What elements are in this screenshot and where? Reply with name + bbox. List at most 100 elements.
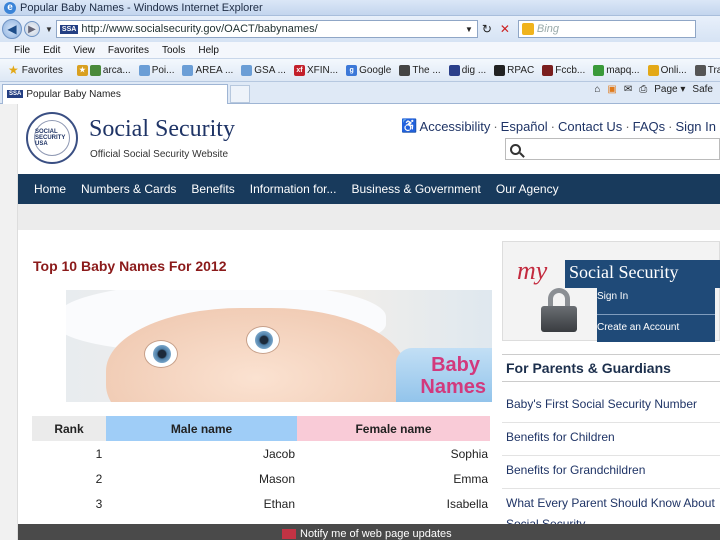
tab-popular-baby-names[interactable]: SSA Popular Baby Names <box>2 83 228 104</box>
stop-icon[interactable]: ✕ <box>496 20 514 38</box>
my-social-security-panel[interactable]: my Social Security Sign In Create an Acc… <box>502 241 720 342</box>
menu-view[interactable]: View <box>73 45 95 56</box>
rank-cell: 1 <box>95 446 103 461</box>
url-text[interactable]: http://www.socialsecurity.gov/OACT/babyn… <box>81 23 461 35</box>
web-page: SOCIAL SECURITY USA Social Security Offi… <box>18 104 720 540</box>
tab-favicon: SSA <box>7 90 24 98</box>
table-row: 3 Ethan Isabella <box>32 491 490 516</box>
favorite-link[interactable]: Fccb... <box>542 64 585 76</box>
mail-icon[interactable]: ✉ <box>624 84 632 95</box>
site-subtitle: Official Social Security Website <box>90 149 229 160</box>
link-faqs[interactable]: FAQs <box>633 119 666 134</box>
menu-favorites[interactable]: Favorites <box>108 45 149 56</box>
favorite-link[interactable]: Poi... <box>138 64 174 76</box>
nav-numbers-cards[interactable]: Numbers & Cards <box>81 182 176 196</box>
accessibility-icon: ♿ <box>401 118 418 133</box>
favicon-icon <box>399 64 411 76</box>
favicon-icon <box>241 64 253 76</box>
favorite-link[interactable]: xf XFIN... <box>293 64 338 76</box>
ssa-seal-icon[interactable]: SOCIAL SECURITY USA <box>26 112 78 164</box>
link-sign-in[interactable]: Sign In <box>676 119 716 134</box>
my-wordmark: my <box>517 256 548 285</box>
link-contact-us[interactable]: Contact Us <box>558 119 622 134</box>
favicon-icon <box>542 64 554 76</box>
favorite-link[interactable]: The ... <box>399 64 441 76</box>
favorite-link[interactable]: Trav... <box>694 64 720 76</box>
link-first-ssn[interactable]: Baby's First Social Security Number <box>502 390 720 423</box>
site-favicon: SSA <box>59 24 79 34</box>
notify-text: Notify me of web page updates <box>300 528 452 540</box>
search-placeholder: Bing <box>536 23 559 35</box>
tab-title: Popular Baby Names <box>26 88 121 100</box>
favorite-link[interactable]: ★ arca... <box>76 64 131 76</box>
male-name-cell: Jacob <box>262 446 295 461</box>
favicon-icon <box>494 64 506 76</box>
seal-inner: SOCIAL SECURITY USA <box>34 120 70 156</box>
address-input[interactable]: SSA http://www.socialsecurity.gov/OACT/b… <box>55 20 478 38</box>
notify-updates[interactable]: Notify me of web page updates <box>282 528 452 540</box>
favicon-icon <box>694 64 706 76</box>
home-icon[interactable]: ⌂ <box>594 84 600 95</box>
link-accessibility[interactable]: Accessibility <box>420 119 491 134</box>
favorite-link[interactable]: mapq... <box>593 64 640 76</box>
menu-edit[interactable]: Edit <box>43 45 60 56</box>
table-row: 2 Mason Emma <box>32 466 490 491</box>
window-title: Popular Baby Names - Windows Internet Ex… <box>20 1 263 14</box>
table-row: 1 Jacob Sophia <box>32 441 490 466</box>
site-title[interactable]: Social Security <box>89 116 235 143</box>
female-name-cell: Isabella <box>446 496 488 511</box>
favorites-star-icon[interactable]: ★ <box>8 63 19 77</box>
nav-business-government[interactable]: Business & Government <box>351 182 480 196</box>
link-benefits-children[interactable]: Benefits for Children <box>502 423 720 456</box>
address-toolbar: ◀ ▶ ▼ SSA http://www.socialsecurity.gov/… <box>0 16 720 42</box>
search-icon[interactable] <box>510 143 521 155</box>
menu-help[interactable]: Help <box>198 45 219 56</box>
favicon-icon: ★ <box>76 64 88 76</box>
rank-cell: 3 <box>95 496 103 511</box>
nav-home[interactable]: Home <box>34 182 66 196</box>
sign-in-link[interactable]: Sign In <box>597 290 715 314</box>
forward-button[interactable]: ▶ <box>24 21 40 37</box>
history-dropdown-icon[interactable]: ▼ <box>45 25 53 34</box>
print-icon[interactable]: ⎙ <box>639 84 647 95</box>
favorite-link[interactable]: AREA ... <box>182 64 233 76</box>
nav-benefits[interactable]: Benefits <box>191 182 234 196</box>
favorite-link[interactable]: g Google <box>346 64 391 76</box>
nav-our-agency[interactable]: Our Agency <box>496 182 559 196</box>
menu-file[interactable]: File <box>14 45 30 56</box>
feeds-icon[interactable]: ▣ <box>607 84 616 95</box>
window-titlebar: e Popular Baby Names - Windows Internet … <box>0 0 720 16</box>
baby-names-banner: Baby Names <box>66 290 492 402</box>
back-button[interactable]: ◀ <box>2 19 22 39</box>
nav-information-for[interactable]: Information for... <box>250 182 337 196</box>
female-name-cell: Sophia <box>450 446 488 461</box>
search-input[interactable]: Bing <box>517 20 696 38</box>
favorite-link[interactable]: GSA ... <box>241 64 286 76</box>
my-account-links: Sign In Create an Account <box>597 284 715 342</box>
envelope-icon <box>282 529 296 539</box>
favicon-icon <box>448 64 460 76</box>
explorer-side-gutter <box>0 104 18 540</box>
site-search-input[interactable] <box>505 138 720 160</box>
menu-tools[interactable]: Tools <box>162 45 185 56</box>
banner-text-baby: Baby <box>431 354 480 376</box>
bing-icon <box>521 23 534 35</box>
command-bar: ⌂ ▣ ✉ ⎙ Page ▾ Safe <box>594 84 720 95</box>
refresh-icon[interactable]: ↻ <box>478 20 496 38</box>
favorite-link[interactable]: Onli... <box>647 64 687 76</box>
address-dropdown-icon[interactable]: ▼ <box>461 25 477 34</box>
favorites-button[interactable]: Favorites <box>22 65 63 76</box>
page-menu[interactable]: Page ▾ <box>654 84 685 95</box>
link-benefits-grandchildren[interactable]: Benefits for Grandchildren <box>502 456 720 489</box>
col-rank: Rank <box>32 416 106 441</box>
create-account-link[interactable]: Create an Account <box>597 321 715 345</box>
favorite-link[interactable]: dig ... <box>448 64 486 76</box>
favorite-link[interactable]: RPAC <box>494 64 534 76</box>
ie-logo-icon: e <box>4 1 16 14</box>
link-espanol[interactable]: Español <box>501 119 548 134</box>
rank-cell: 2 <box>95 471 103 486</box>
male-name-cell: Mason <box>258 471 295 486</box>
safety-menu[interactable]: Safe <box>692 84 713 95</box>
new-tab-button[interactable] <box>230 84 250 103</box>
guardians-heading: For Parents & Guardians <box>502 354 720 382</box>
